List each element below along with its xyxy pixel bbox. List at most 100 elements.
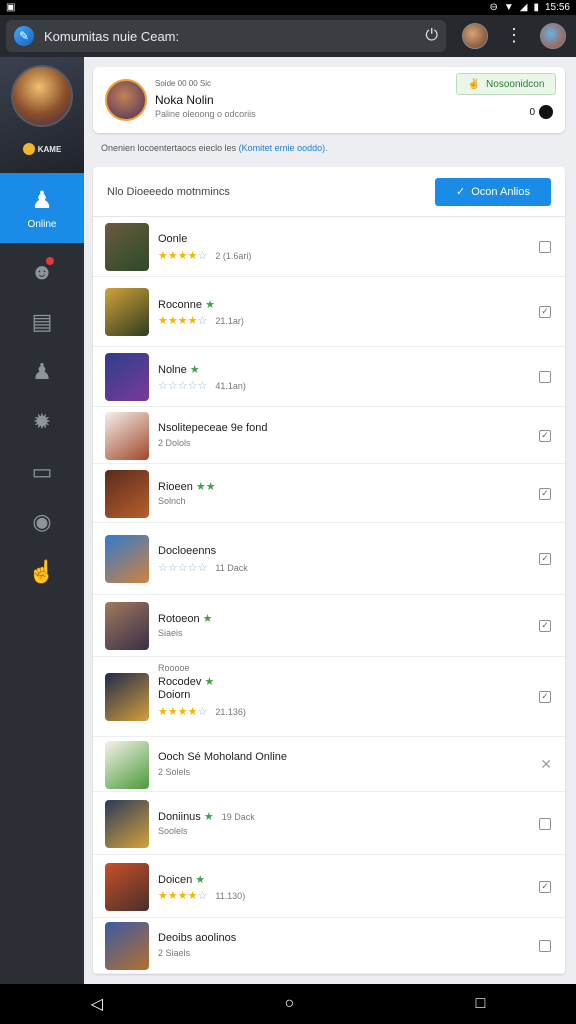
game-thumbnail[interactable] — [105, 470, 149, 518]
address-bar[interactable]: ✎ Komumitas nuie Ceam: ⏻ — [6, 20, 446, 52]
row-checkbox[interactable]: ✓ — [539, 488, 551, 500]
list-item[interactable]: Rotoeon ★ Siaeis ✓ — [93, 595, 565, 657]
verified-star-icon: ★ — [200, 811, 214, 823]
sidebar-item-id-card[interactable]: ▤ — [0, 297, 84, 347]
more-vert-icon[interactable]: ⋮ — [505, 25, 523, 46]
back-icon[interactable]: ◁ — [91, 994, 103, 1014]
row-checkbox[interactable] — [539, 241, 551, 253]
list-item[interactable]: Doicen ★ ★★★★☆ 11.130) ✓ — [93, 855, 565, 918]
online-indicator: 0 — [529, 105, 553, 119]
notification-badge — [46, 257, 54, 265]
game-thumbnail[interactable] — [105, 922, 149, 970]
row-checkbox[interactable] — [539, 818, 551, 830]
game-status: 2 Solels — [158, 767, 191, 777]
game-thumbnail[interactable] — [105, 353, 149, 401]
game-name: Deoibs aoolinos — [158, 932, 236, 944]
sidebar-item-settings[interactable]: ✹ — [0, 397, 84, 447]
star-rating-icon: ☆☆☆☆☆ — [158, 562, 208, 574]
game-name: Ooch Sé Moholand Online — [158, 751, 287, 763]
avatar[interactable] — [462, 23, 488, 49]
row-checkbox[interactable]: ✓ — [539, 553, 551, 565]
list-item[interactable]: Rioeen ★★ Solnch ✓ — [93, 464, 565, 523]
list-item[interactable]: Ooch Sé Moholand Online 2 Solels ✕ — [93, 737, 565, 792]
row-checkbox[interactable] — [539, 371, 551, 383]
sidebar-item-online[interactable]: ♟ Online — [0, 173, 84, 243]
remove-icon[interactable]: ✕ — [540, 756, 552, 773]
verified-star-icon: ★★ — [192, 481, 216, 493]
game-thumbnail[interactable] — [105, 288, 149, 336]
profile-status: Paline oleoong o odcoriis — [155, 109, 256, 119]
signal-icon: ◢ — [519, 2, 528, 13]
profile-card: Soide 00 00 Sic Noka Nolin Paline oleoon… — [93, 67, 565, 133]
game-name-text: Docloeenns — [158, 545, 217, 557]
game-status: 2 Siaels — [158, 948, 191, 958]
profile-meta: Soide 00 00 Sic — [155, 79, 212, 88]
game-thumbnail[interactable] — [105, 412, 149, 460]
rating: ★★★★☆ 2 (1.6ari) — [158, 249, 251, 262]
home-icon[interactable]: ○ — [284, 995, 294, 1013]
game-name: Docloeenns — [158, 545, 216, 557]
game-status: Solnch — [158, 496, 186, 506]
rating: ★★★★☆ 21.136) — [158, 705, 246, 718]
game-name-text: Doicen — [158, 874, 193, 886]
sidebar-item-chat[interactable]: ☻ — [0, 247, 84, 297]
list-item[interactable]: Roconne ★ ★★★★☆ 21.1ar) ✓ — [93, 277, 565, 347]
sidebar-item-play[interactable]: ◉ — [0, 497, 84, 547]
row-checkbox[interactable]: ✓ — [539, 430, 551, 442]
hand-icon: ☝ — [28, 559, 56, 584]
verified-star-icon: ★ — [199, 613, 213, 625]
game-name: Rioeen ★★ — [158, 480, 216, 493]
game-name-text: Rotoeon — [158, 613, 200, 625]
row-checkbox[interactable]: ✓ — [539, 691, 551, 703]
list-item[interactable]: Docloeenns ☆☆☆☆☆ 11 Dack ✓ — [93, 523, 565, 595]
avatar[interactable] — [540, 23, 566, 49]
game-thumbnail[interactable] — [105, 535, 149, 583]
game-thumbnail[interactable] — [105, 223, 149, 271]
main-content: Soide 00 00 Sic Noka Nolin Paline oleoon… — [84, 57, 576, 984]
game-thumbnail[interactable] — [105, 673, 149, 721]
list-item[interactable]: Nsolitepeceae 9e fond 2 Dolols ✓ — [93, 407, 565, 464]
row-checkbox[interactable]: ✓ — [539, 306, 551, 318]
game-thumbnail[interactable] — [105, 863, 149, 911]
rating: ☆☆☆☆☆ 11 Dack — [158, 561, 248, 574]
notice-link[interactable]: (Komitet ernie ooddo). — [239, 143, 328, 153]
list-header-label: Nlo Dioeeedo motnmincs — [107, 185, 230, 198]
profile-name: Noka Nolin — [155, 93, 214, 107]
verified-star-icon: ★ — [202, 299, 215, 311]
list-item[interactable]: Rooooe Rocodev ★ Doiorn ★★★★☆ 21.136) ✓ — [93, 657, 565, 737]
game-thumbnail[interactable] — [105, 741, 149, 789]
rating-count: 11.130) — [215, 891, 246, 901]
game-thumbnail[interactable] — [105, 800, 149, 848]
list-item[interactable]: Oonle ★★★★☆ 2 (1.6ari) — [93, 217, 565, 277]
status-chip[interactable]: ✌ Nosoonidcon — [456, 73, 556, 95]
recents-icon[interactable]: □ — [476, 995, 486, 1013]
star-rating-icon: ★★★★☆ — [158, 890, 208, 902]
star-rating-icon: ☆☆☆☆☆ — [158, 380, 208, 392]
list-item[interactable]: Nolne ★ ☆☆☆☆☆ 41.1an) — [93, 347, 565, 407]
game-name: Oonle — [158, 233, 187, 245]
reload-icon[interactable]: ⏻ — [425, 27, 438, 45]
play-icon: ◉ — [32, 509, 52, 534]
profile-avatar[interactable] — [105, 79, 147, 121]
address-text: Komumitas nuie Ceam: — [44, 28, 180, 44]
games-icon: ♟ — [31, 187, 53, 214]
rating: ☆☆☆☆☆ 41.1an) — [158, 379, 246, 392]
game-thumbnail[interactable] — [105, 602, 149, 650]
verified-star-icon: ★ — [186, 364, 200, 376]
sidebar-item-hand[interactable]: ☝ — [0, 547, 84, 597]
list-item[interactable]: Doniinus ★ 19 Dack Soolels — [93, 792, 565, 855]
row-checkbox[interactable]: ✓ — [539, 620, 551, 632]
sidebar-item-people[interactable]: ♟ — [0, 347, 84, 397]
row-checkbox[interactable] — [539, 940, 551, 952]
list-header: Nlo Dioeeedo motnmincs ✓ Ocon Anlios — [93, 167, 565, 217]
primary-action-button[interactable]: ✓ Ocon Anlios — [435, 177, 551, 206]
star-rating-icon: ★★★★☆ — [158, 706, 208, 718]
sidebar-item-messages[interactable]: ▭ — [0, 447, 84, 497]
game-name-text: Nsolitepeceae 9e fond — [158, 422, 268, 434]
row-checkbox[interactable]: ✓ — [539, 881, 551, 893]
primary-action-label: Ocon Anlios — [471, 185, 530, 198]
list-item[interactable]: Deoibs aoolinos 2 Siaels — [93, 918, 565, 974]
game-name-text: Ooch Sé Moholand Online — [158, 751, 288, 763]
brand-text: KAME — [37, 144, 62, 154]
rating-count: 41.1an) — [215, 381, 246, 391]
